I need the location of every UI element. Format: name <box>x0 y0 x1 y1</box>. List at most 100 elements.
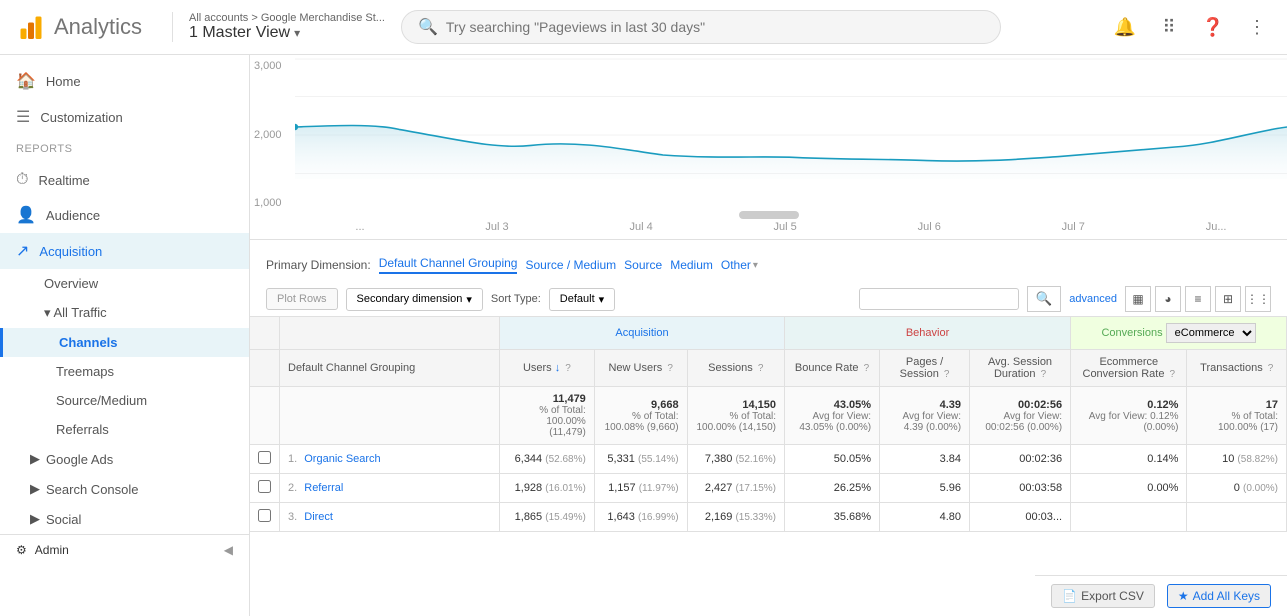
sidebar-item-overview[interactable]: Overview <box>0 269 249 298</box>
collapse-sidebar-icon[interactable]: ◀ <box>224 543 233 557</box>
totals-avg-session: 00:02:56 Avg for View: 00:02:56 (0.00%) <box>970 387 1071 445</box>
sidebar-item-audience[interactable]: 👤 Audience <box>0 197 249 233</box>
row3-channel-link[interactable]: Direct <box>304 511 333 523</box>
transactions-help-icon[interactable]: ? <box>1268 363 1274 374</box>
dim-default-channel[interactable]: Default Channel Grouping <box>379 256 518 274</box>
table-group-header: Acquisition Behavior Conversions eCommer… <box>250 317 1287 350</box>
add-all-keys-button[interactable]: ★ Add All Keys <box>1167 584 1271 608</box>
row2-checkbox[interactable] <box>258 480 271 493</box>
view-pie-icon[interactable]: ◕ <box>1155 286 1181 312</box>
chart-svg <box>295 55 1287 179</box>
chart-scrollbar-thumb[interactable] <box>739 211 799 219</box>
sidebar-item-all-traffic[interactable]: ▾ All Traffic <box>0 298 249 328</box>
sidebar-item-referrals[interactable]: Referrals <box>0 415 249 444</box>
row3-channel: 3. Direct <box>280 503 500 532</box>
row3-pages-session: 4.80 <box>880 503 970 532</box>
view-list-icon[interactable]: ≡ <box>1185 286 1211 312</box>
sidebar-item-realtime[interactable]: ⏱ Realtime <box>0 163 249 197</box>
view-grid-icon[interactable]: ▦ <box>1125 286 1151 312</box>
menu-icon[interactable]: ⋮ <box>1243 13 1271 41</box>
sessions-help-icon[interactable]: ? <box>758 363 764 374</box>
dim-other-dropdown[interactable]: Other ▾ <box>721 258 758 272</box>
th-ecommerce-rate[interactable]: Ecommerce Conversion Rate ? <box>1071 350 1187 387</box>
th-bounce-rate[interactable]: Bounce Rate ? <box>785 350 880 387</box>
table-search-input[interactable] <box>859 288 1019 310</box>
settings-label: Admin <box>35 543 69 557</box>
x-label-jul7: Jul 7 <box>1062 221 1085 233</box>
row1-checkbox[interactable] <box>258 451 271 464</box>
sidebar-item-google-ads[interactable]: ▶ Google Ads <box>0 444 249 474</box>
dim-source-medium[interactable]: Source / Medium <box>525 258 616 272</box>
table-row: 2. Referral 1,928 (16.01%) 1,157 (11.97%… <box>250 474 1287 503</box>
bounce-rate-help-icon[interactable]: ? <box>864 363 870 374</box>
app-title: Analytics <box>54 14 142 40</box>
row2-users: 1,928 (16.01%) <box>500 474 595 503</box>
primary-dimension-bar: Primary Dimension: Default Channel Group… <box>250 248 1287 282</box>
apps-icon[interactable]: ⠿ <box>1155 13 1183 41</box>
row1-pages-session: 3.84 <box>880 445 970 474</box>
secondary-dimension-dropdown[interactable]: Secondary dimension ▾ <box>346 288 483 311</box>
view-pivot-icon[interactable]: ⊞ <box>1215 286 1241 312</box>
sidebar-item-treemaps[interactable]: Treemaps <box>0 357 249 386</box>
new-users-help-icon[interactable]: ? <box>667 363 673 374</box>
th-sessions[interactable]: Sessions ? <box>687 350 784 387</box>
table-area: Primary Dimension: Default Channel Group… <box>250 240 1287 616</box>
dim-other[interactable]: Other <box>721 258 751 272</box>
row1-channel-link[interactable]: Organic Search <box>304 453 380 465</box>
table-search-button[interactable]: 🔍 <box>1027 286 1062 312</box>
sidebar-google-ads-label: Google Ads <box>46 452 113 467</box>
settings-gear-icon: ⚙ <box>16 543 27 557</box>
help-icon[interactable]: ❓ <box>1199 13 1227 41</box>
view-custom-icon[interactable]: ⋮⋮ <box>1245 286 1271 312</box>
th-pages-session[interactable]: Pages / Session ? <box>880 350 970 387</box>
th-avg-session[interactable]: Avg. Session Duration ? <box>970 350 1071 387</box>
users-help-icon[interactable]: ? <box>565 363 571 374</box>
sidebar-search-console-label: Search Console <box>46 482 139 497</box>
advanced-link[interactable]: advanced <box>1069 293 1117 305</box>
sidebar: 🏠 Home ☰ Customization REPORTS ⏱ Realtim… <box>0 55 250 616</box>
export-icon: 📄 <box>1062 589 1077 603</box>
row1-bounce-rate: 50.05% <box>785 445 880 474</box>
sort-default-dropdown[interactable]: Default ▾ <box>549 288 615 311</box>
avg-session-help-icon[interactable]: ? <box>1041 369 1047 380</box>
sidebar-treemaps-label: Treemaps <box>56 364 114 379</box>
customization-icon: ☰ <box>16 107 30 127</box>
sidebar-item-home[interactable]: 🏠 Home <box>0 63 249 99</box>
row2-channel-link[interactable]: Referral <box>304 482 343 494</box>
acquisition-icon: ↗ <box>16 241 29 261</box>
settings-bar[interactable]: ⚙ Admin ◀ <box>0 534 249 565</box>
search-input[interactable] <box>446 19 984 35</box>
sidebar-item-acquisition[interactable]: ↗ Acquisition <box>0 233 249 269</box>
totals-users: 11,479 % of Total: 100.00% (11,479) <box>500 387 595 445</box>
dim-medium[interactable]: Medium <box>670 258 713 272</box>
sidebar-item-channels[interactable]: Channels <box>0 328 249 357</box>
pages-session-help-icon[interactable]: ? <box>944 369 950 380</box>
plot-rows-button[interactable]: Plot Rows <box>266 288 338 310</box>
notifications-icon[interactable]: 🔔 <box>1111 13 1139 41</box>
sidebar-audience-label: Audience <box>46 208 100 223</box>
sidebar-item-customization[interactable]: ☰ Customization <box>0 99 249 135</box>
dim-source[interactable]: Source <box>624 258 662 272</box>
sidebar-acquisition-label: Acquisition <box>39 244 102 259</box>
y-label-2000: 2,000 <box>254 129 291 141</box>
row3-avg-session: 00:03... <box>970 503 1071 532</box>
row2-channel: 2. Referral <box>280 474 500 503</box>
th-transactions[interactable]: Transactions ? <box>1187 350 1287 387</box>
table-col-headers: Default Channel Grouping Users ↓ ? New U… <box>250 350 1287 387</box>
th-new-users[interactable]: New Users ? <box>594 350 687 387</box>
behavior-header: Behavior <box>785 317 1071 350</box>
totals-pages-session: 4.39 Avg for View: 4.39 (0.00%) <box>880 387 970 445</box>
ecommerce-rate-help-icon[interactable]: ? <box>1170 369 1176 380</box>
search-bar[interactable]: 🔍 <box>401 10 1001 44</box>
header-icons: 🔔 ⠿ ❓ ⋮ <box>1111 13 1271 41</box>
export-bar: 📄 Export CSV ★ Add All Keys <box>1035 575 1287 616</box>
sidebar-item-source-medium[interactable]: Source/Medium <box>0 386 249 415</box>
sidebar-item-search-console[interactable]: ▶ Search Console <box>0 474 249 504</box>
row3-checkbox[interactable] <box>258 509 271 522</box>
th-users[interactable]: Users ↓ ? <box>500 350 595 387</box>
export-csv-button[interactable]: 📄 Export CSV <box>1051 584 1155 608</box>
table-row: 1. Organic Search 6,344 (52.68%) 5,331 (… <box>250 445 1287 474</box>
breadcrumb-main[interactable]: 1 Master View ▾ <box>189 24 385 42</box>
conversions-select[interactable]: eCommerce <box>1166 323 1256 343</box>
sidebar-item-social[interactable]: ▶ Social <box>0 504 249 534</box>
